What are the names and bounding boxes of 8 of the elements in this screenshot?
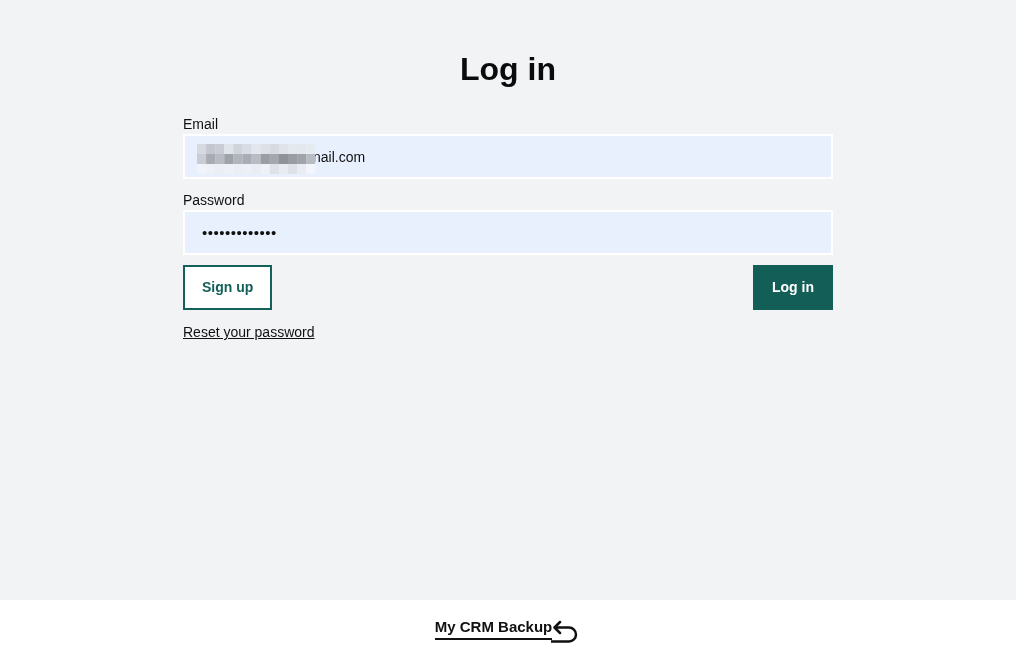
field-label: Email: [183, 115, 219, 134]
field-label: Password: [183, 191, 246, 210]
password-field[interactable]: •••••••••••••: [183, 210, 833, 255]
page-title: Log in: [459, 50, 557, 88]
logo-text: My CRM Backup: [434, 616, 553, 640]
log-in-button[interactable]: Log in: [753, 265, 833, 310]
reset-password-link[interactable]: Reset your password: [183, 322, 315, 342]
sign-up-button[interactable]: Sign up: [183, 265, 273, 310]
